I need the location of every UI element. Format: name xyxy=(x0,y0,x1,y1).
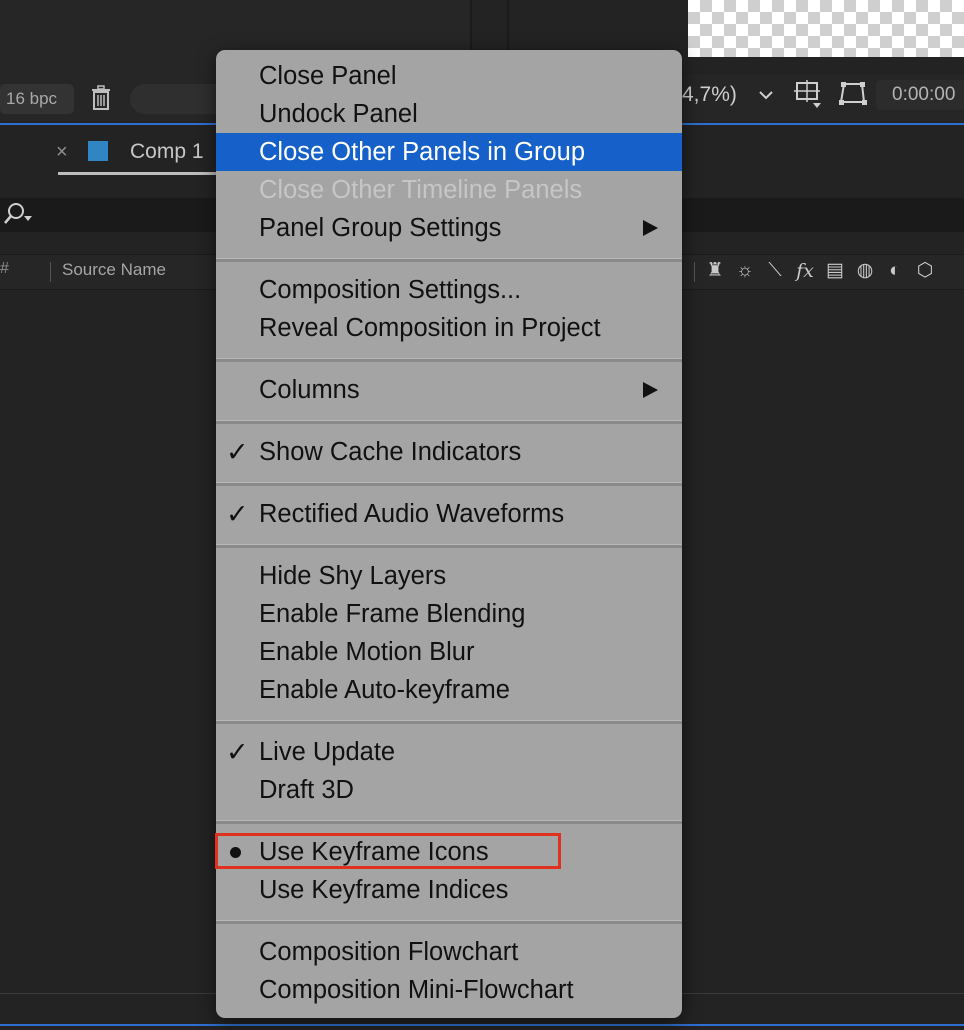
menu-item-label: Hide Shy Layers xyxy=(259,562,447,590)
timecode-field[interactable]: 0:00:00 xyxy=(876,80,964,110)
switches-column-icons: ♜ ☼ ⟍ fx ▤ ◍ ◐ ⬡ xyxy=(703,258,937,284)
menu-item-label: Reveal Composition in Project xyxy=(259,314,601,342)
menu-item-composition-settings[interactable]: Composition Settings... xyxy=(216,271,682,309)
toolbar-pill[interactable] xyxy=(130,84,230,114)
menu-item-close-panel[interactable]: Close Panel xyxy=(216,57,682,95)
menu-item-label: Show Cache Indicators xyxy=(259,438,522,466)
menu-item-columns[interactable]: Columns xyxy=(216,371,682,409)
menu-item-undock-panel[interactable]: Undock Panel xyxy=(216,95,682,133)
menu-item-label: Columns xyxy=(259,376,360,404)
menu-item-label: Enable Motion Blur xyxy=(259,638,475,666)
composition-color-swatch xyxy=(88,141,108,161)
menu-item-enable-auto-keyframe[interactable]: Enable Auto-keyframe xyxy=(216,671,682,709)
menu-item-hide-shy-layers[interactable]: Hide Shy Layers xyxy=(216,557,682,595)
adjustment-icon[interactable]: ◍ xyxy=(853,259,877,283)
column-divider[interactable] xyxy=(694,262,695,282)
trash-icon[interactable] xyxy=(90,85,112,111)
frame-blending-icon[interactable]: ▤ xyxy=(823,259,847,283)
menu-separator xyxy=(216,920,682,924)
menu-item-label: Panel Group Settings xyxy=(259,214,502,242)
menu-item-reveal-composition-in-project[interactable]: Reveal Composition in Project xyxy=(216,309,682,347)
panel-focus-line-bottom xyxy=(0,1024,964,1026)
motion-blur-icon[interactable]: ⟍ xyxy=(763,259,787,283)
menu-separator xyxy=(216,720,682,724)
menu-item-label: Use Keyframe Indices xyxy=(259,876,509,904)
menu-item-show-cache-indicators[interactable]: ✓ Show Cache Indicators xyxy=(216,433,682,471)
menu-item-label: Composition Flowchart xyxy=(259,938,519,966)
contrast-icon[interactable]: ◐ xyxy=(883,259,907,283)
active-tab-indicator xyxy=(58,172,218,175)
sun-icon[interactable]: ☼ xyxy=(733,259,757,283)
menu-separator xyxy=(216,258,682,262)
menu-item-label: Enable Frame Blending xyxy=(259,600,526,628)
menu-separator xyxy=(216,358,682,362)
menu-separator xyxy=(216,820,682,824)
menu-item-label: Enable Auto-keyframe xyxy=(259,676,510,704)
annotation-highlight-box xyxy=(215,833,561,869)
menu-separator xyxy=(216,544,682,548)
menu-item-rectified-audio-waveforms[interactable]: ✓ Rectified Audio Waveforms xyxy=(216,495,682,533)
search-icon[interactable] xyxy=(2,200,36,228)
checkmark-icon: ✓ xyxy=(226,499,249,529)
menu-item-close-other-timeline-panels: Close Other Timeline Panels xyxy=(216,171,682,209)
zoom-level[interactable]: 4,7%) xyxy=(682,80,737,110)
menu-item-label: Undock Panel xyxy=(259,100,418,128)
column-divider[interactable] xyxy=(50,262,51,282)
submenu-arrow-icon xyxy=(643,220,658,236)
menu-item-label: Close Other Timeline Panels xyxy=(259,176,583,204)
column-source-name[interactable]: Source Name xyxy=(62,260,166,280)
menu-item-label: Close Other Panels in Group xyxy=(259,138,585,166)
3d-cube-icon[interactable]: ⬡ xyxy=(913,259,937,283)
menu-item-close-other-panels-in-group[interactable]: Close Other Panels in Group xyxy=(216,133,682,171)
checkmark-icon: ✓ xyxy=(226,737,249,767)
menu-item-draft-3d[interactable]: Draft 3D xyxy=(216,771,682,809)
checkmark-icon: ✓ xyxy=(226,437,249,467)
menu-item-composition-flowchart[interactable]: Composition Flowchart xyxy=(216,933,682,971)
menu-item-enable-motion-blur[interactable]: Enable Motion Blur xyxy=(216,633,682,671)
menu-item-enable-frame-blending[interactable]: Enable Frame Blending xyxy=(216,595,682,633)
fx-icon[interactable]: fx xyxy=(793,259,817,283)
menu-item-label: Rectified Audio Waveforms xyxy=(259,500,565,528)
menu-item-panel-group-settings[interactable]: Panel Group Settings xyxy=(216,209,682,247)
mask-path-icon[interactable] xyxy=(838,80,868,108)
menu-separator xyxy=(216,420,682,424)
menu-item-use-keyframe-indices[interactable]: Use Keyframe Indices xyxy=(216,871,682,909)
safe-zones-icon[interactable] xyxy=(793,79,823,109)
chevron-down-icon[interactable] xyxy=(758,84,774,106)
menu-item-composition-mini-flowchart[interactable]: Composition Mini-Flowchart xyxy=(216,971,682,1009)
tab-comp-1[interactable]: Comp 1 xyxy=(130,138,204,166)
close-icon[interactable]: × xyxy=(56,138,68,166)
transparency-grid xyxy=(688,0,964,57)
menu-item-label: Composition Mini-Flowchart xyxy=(259,976,574,1004)
bit-depth-button[interactable]: 16 bpc xyxy=(0,84,74,114)
column-number[interactable]: # xyxy=(0,260,9,278)
menu-item-label: Composition Settings... xyxy=(259,276,522,304)
menu-item-label: Draft 3D xyxy=(259,776,354,804)
menu-item-label: Close Panel xyxy=(259,62,397,90)
shy-icon[interactable]: ♜ xyxy=(703,259,727,283)
menu-item-live-update[interactable]: ✓ Live Update xyxy=(216,733,682,771)
menu-item-label: Live Update xyxy=(259,738,396,766)
submenu-arrow-icon xyxy=(643,382,658,398)
menu-separator xyxy=(216,482,682,486)
